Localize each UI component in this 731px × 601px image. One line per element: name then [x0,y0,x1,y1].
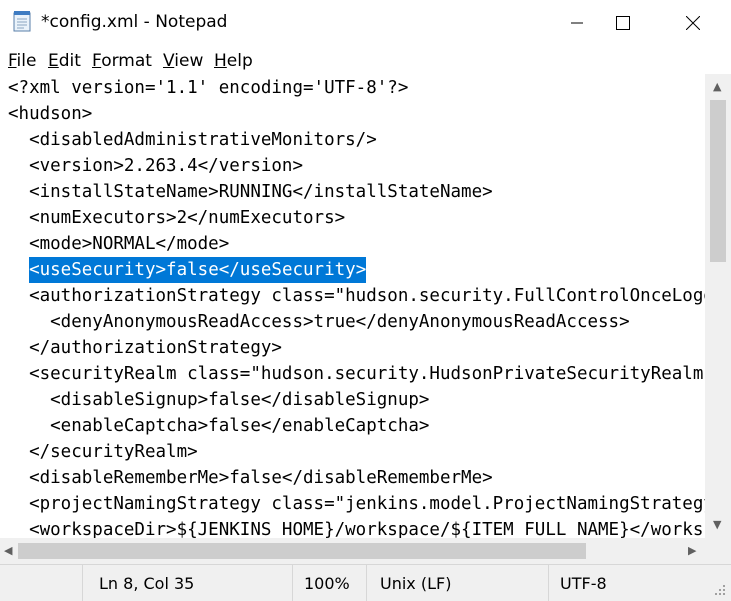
status-bar: Ln 8, Col 35 100% Unix (LF) UTF-8 [0,564,731,601]
editor-line[interactable]: <denyAnonymousReadAccess>true</denyAnony… [8,309,629,335]
editor-line[interactable]: <?xml version='1.1' encoding='UTF-8'?> [8,75,408,101]
title-bar[interactable]: *config.xml - Notepad [0,0,731,46]
close-button[interactable] [670,0,716,46]
scroll-right-icon[interactable]: ▶ [688,544,696,557]
vertical-scrollbar[interactable]: ▲ ▼ [705,74,731,538]
editor-line[interactable]: </securityRealm> [8,439,198,465]
editor-line[interactable]: <hudson> [8,101,92,127]
minimize-icon [571,22,583,24]
status-encoding: UTF-8 [560,574,607,593]
editor-line[interactable]: <disabledAdministrativeMonitors/> [8,127,377,153]
menu-view[interactable]: View [163,51,203,71]
menu-format[interactable]: Format [92,51,152,71]
editor-line[interactable]: <projectNamingStrategy class="jenkins.mo… [8,491,705,517]
editor-line[interactable]: <useSecurity>false</useSecurity> [8,257,367,283]
editor-line[interactable]: <version>2.263.4</version> [8,153,303,179]
horizontal-scrollbar[interactable]: ◀ ▶ [0,538,705,564]
scroll-down-icon[interactable]: ▼ [713,518,721,531]
maximize-icon [616,16,630,30]
maximize-button[interactable] [600,0,646,46]
editor-line[interactable]: <disableSignup>false</disableSignup> [8,387,429,413]
minimize-button[interactable] [554,0,600,46]
horizontal-scroll-thumb[interactable] [18,543,586,559]
scrollbar-corner [705,538,731,564]
scroll-up-icon[interactable]: ▲ [713,80,721,93]
editor-line[interactable]: </authorizationStrategy> [8,335,282,361]
editor-line[interactable]: <installStateName>RUNNING</installStateN… [8,179,493,205]
window-title: *config.xml - Notepad [41,12,228,32]
editor-line[interactable]: <securityRealm class="hudson.security.Hu… [8,361,705,387]
status-zoom: 100% [304,574,350,593]
notepad-icon [13,11,31,32]
selected-text[interactable]: <useSecurity>false</useSecurity> [29,257,367,283]
editor-line-indent [8,260,29,280]
editor-line[interactable]: <enableCaptcha>false</enableCaptcha> [8,413,429,439]
editor-line[interactable]: <mode>NORMAL</mode> [8,231,229,257]
editor-line[interactable]: <workspaceDir>${JENKINS_HOME}/workspace/… [8,517,705,538]
status-divider [292,565,293,601]
status-divider [548,565,549,601]
editor-line[interactable]: <disableRememberMe>false</disableRemembe… [8,465,493,491]
status-divider [82,565,83,601]
resize-grip-icon[interactable] [713,583,727,597]
menu-bar: File Edit Format View Help [0,46,731,74]
status-line-ending: Unix (LF) [380,574,452,593]
text-editor[interactable]: <?xml version='1.1' encoding='UTF-8'?> <h… [0,74,705,538]
menu-edit[interactable]: Edit [48,51,81,71]
status-divider [366,565,367,601]
menu-file[interactable]: File [8,51,36,71]
editor-line[interactable]: <numExecutors>2</numExecutors> [8,205,345,231]
scroll-left-icon[interactable]: ◀ [4,544,12,557]
vertical-scroll-thumb[interactable] [710,100,726,262]
menu-help[interactable]: Help [214,51,253,71]
editor-line[interactable]: <authorizationStrategy class="hudson.sec… [8,283,705,309]
status-position: Ln 8, Col 35 [99,574,195,593]
close-icon [686,16,700,30]
